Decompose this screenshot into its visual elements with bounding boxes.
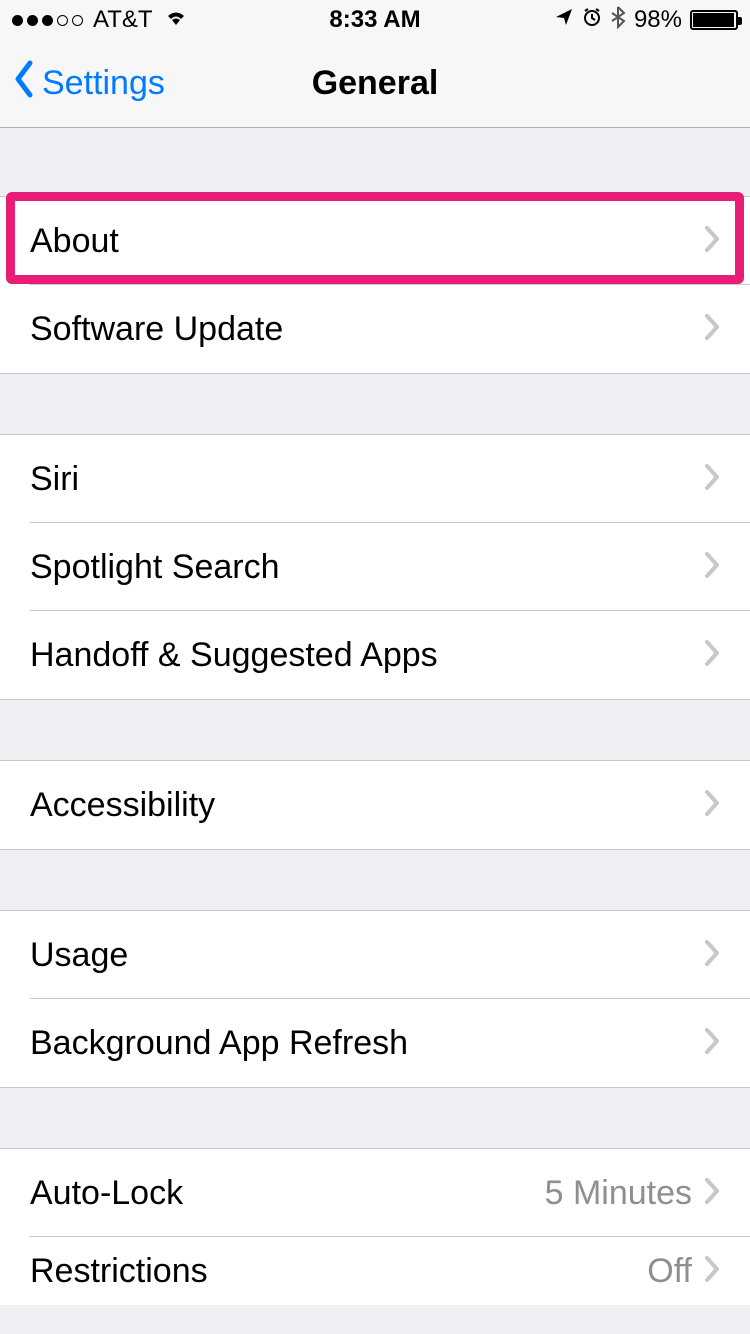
row-siri[interactable]: Siri [0,435,750,523]
row-background-app-refresh[interactable]: Background App Refresh [0,999,750,1087]
status-right: 98% [554,5,738,36]
row-label: Software Update [30,310,704,349]
settings-group: Siri Spotlight Search Handoff & Suggeste… [0,434,750,700]
row-label: About [30,222,704,261]
row-label: Background App Refresh [30,1024,704,1063]
row-auto-lock[interactable]: Auto-Lock 5 Minutes [0,1149,750,1237]
row-accessibility[interactable]: Accessibility [0,761,750,849]
chevron-right-icon [704,551,720,584]
page-title: General [312,64,439,103]
row-handoff-suggested-apps[interactable]: Handoff & Suggested Apps [0,611,750,699]
row-spotlight-search[interactable]: Spotlight Search [0,523,750,611]
location-icon [554,6,574,34]
row-label: Auto-Lock [30,1174,545,1213]
chevron-right-icon [704,463,720,496]
row-label: Restrictions [30,1252,647,1291]
alarm-icon [582,6,602,34]
row-software-update[interactable]: Software Update [0,285,750,373]
chevron-left-icon [12,59,36,108]
chevron-right-icon [704,939,720,972]
row-restrictions[interactable]: Restrictions Off [0,1237,750,1305]
row-label: Accessibility [30,786,704,825]
row-label: Spotlight Search [30,548,704,587]
back-button[interactable]: Settings [0,59,165,108]
row-label: Handoff & Suggested Apps [30,636,704,675]
chevron-right-icon [704,1027,720,1060]
status-time: 8:33 AM [329,6,420,34]
row-usage[interactable]: Usage [0,911,750,999]
row-label: Siri [30,460,704,499]
row-label: Usage [30,936,704,975]
navigation-bar: Settings General [0,40,750,128]
chevron-right-icon [704,1255,720,1288]
bluetooth-icon [610,5,626,36]
battery-icon [690,10,738,30]
chevron-right-icon [704,639,720,672]
wifi-icon [163,6,189,34]
back-label: Settings [42,64,165,103]
settings-group: Usage Background App Refresh [0,910,750,1088]
chevron-right-icon [704,789,720,822]
settings-group: About Software Update [0,196,750,374]
settings-group: Auto-Lock 5 Minutes Restrictions Off [0,1148,750,1305]
status-left: AT&T [12,6,189,34]
chevron-right-icon [704,225,720,258]
row-about[interactable]: About [0,197,750,285]
signal-strength-icon [12,15,83,26]
carrier-label: AT&T [93,6,153,34]
row-value: Off [647,1252,692,1291]
row-value: 5 Minutes [545,1174,692,1213]
settings-group: Accessibility [0,760,750,850]
battery-percent: 98% [634,6,682,34]
chevron-right-icon [704,313,720,346]
chevron-right-icon [704,1177,720,1210]
settings-content: About Software Update Siri Spotlight Sea… [0,128,750,1305]
status-bar: AT&T 8:33 AM 98% [0,0,750,40]
